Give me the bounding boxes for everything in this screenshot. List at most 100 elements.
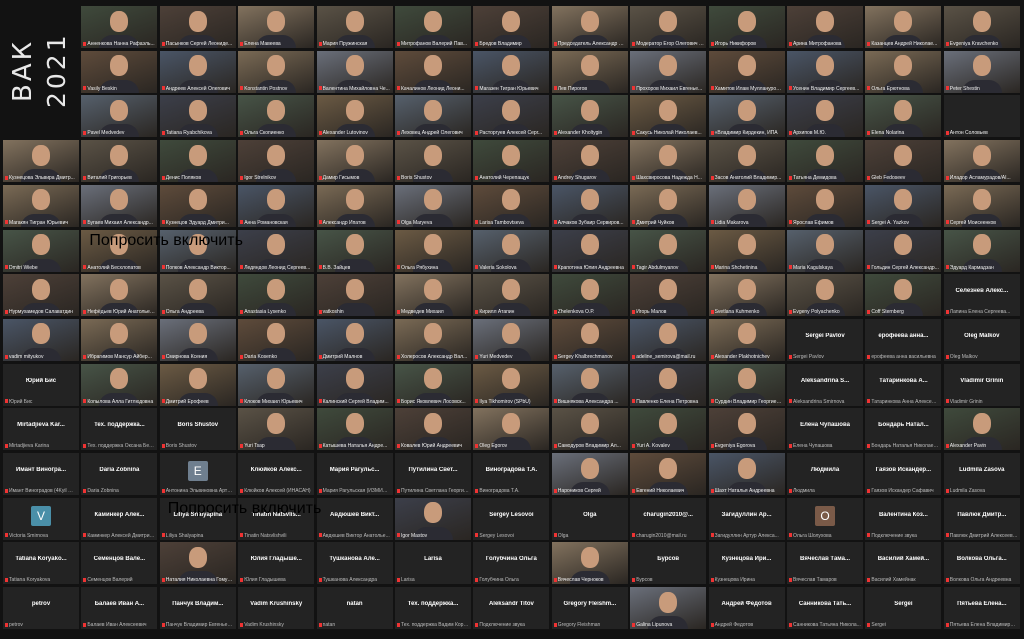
participant-tile[interactable]: Нефёдьев Юрий Анатольев... — [81, 274, 158, 317]
participant-tile[interactable]: Larisa Tambovtseva — [473, 184, 550, 227]
participant-tile[interactable]: Сергей Моисеенков — [943, 184, 1020, 227]
participant-tile[interactable]: Имант Виногра... Имант Виноградов (4Kyil … — [3, 453, 79, 495]
participant-tile[interactable]: Усенин Владимир Сергеев... — [787, 50, 863, 93]
participant-tile[interactable]: Дмитрий Малнов — [316, 318, 393, 361]
participant-tile[interactable]: Мария Пружинская — [316, 6, 393, 48]
participant-tile[interactable]: Самодуров Владимир Ал... — [551, 408, 628, 451]
participant-tile[interactable]: Бурсов Бурсов — [630, 542, 707, 585]
participant-tile[interactable]: В.В. Зайцев — [316, 229, 393, 272]
participant-tile[interactable]: Vadim Krushinsky Vadim Krushinsky — [238, 587, 315, 630]
participant-tile[interactable]: Alexander Plakhotnichev — [708, 318, 785, 361]
participant-tile[interactable]: Людмила Людмила — [787, 453, 863, 495]
participant-tile[interactable]: Maria Kagulskaya — [787, 229, 863, 272]
participant-tile[interactable]: Sergei A. Yazkov — [865, 184, 942, 227]
participant-tile[interactable]: V Victoria Smirnova — [3, 497, 79, 540]
participant-tile[interactable]: Мария Рагульс... Мария Рагульская (ИЗМИРА… — [316, 453, 393, 495]
participant-tile[interactable]: Тушканова Але... Тушканова Александра — [316, 542, 393, 585]
participant-tile[interactable]: Панчук Владим... Панчук Владимир Евгеньев… — [159, 587, 236, 630]
participant-tile[interactable]: natan natan — [316, 587, 393, 630]
participant-tile[interactable]: Sergei Sergei — [865, 587, 942, 630]
participant-tile[interactable]: Лев Пирогов — [551, 50, 628, 93]
participant-tile[interactable]: Oleg Egorov — [473, 408, 550, 451]
participant-tile[interactable]: Василий Хамей... Василий Хамейнак — [865, 542, 942, 585]
participant-tile[interactable]: Павлюк Дмитр... Павлюк Дмитрий Алексеевич — [943, 497, 1020, 540]
participant-tile[interactable]: Кирилл Атапин — [473, 274, 550, 317]
participant-tile[interactable]: Vladimir Grinin Vladimir Grinin — [943, 363, 1020, 406]
participant-tile[interactable]: Хамитов Илам Мулланурович — [708, 50, 785, 93]
participant-tile[interactable]: Пасынков Сергей Леониде... — [159, 6, 236, 48]
participant-tile[interactable]: Арина Митрофанова — [787, 6, 863, 48]
participant-tile[interactable]: Ludmila Zasova Ludmila Zasova — [943, 453, 1020, 495]
participant-tile[interactable]: Копылова Алла Гитлюдовна — [81, 363, 158, 406]
participant-tile[interactable]: Сакусь Николай Николаев... — [630, 95, 707, 138]
participant-tile[interactable]: Бредов Владимир — [473, 6, 550, 48]
participant-tile[interactable]: Svetlana Kuhmenko — [708, 274, 785, 317]
participant-tile[interactable]: Тех. поддержка... Тех. поддержка Оксана Б… — [81, 408, 158, 451]
participant-tile[interactable]: Alexander Pavin — [943, 408, 1020, 451]
participant-tile[interactable]: Юлия Гладыше... Юлия Гладышева — [238, 542, 315, 585]
participant-tile[interactable]: Магакян Тигран Юрьевич — [3, 184, 79, 227]
participant-tile[interactable]: Sergei Pavlov Sergei Pavlov — [787, 318, 863, 361]
participant-tile[interactable]: Elena Nolarina — [865, 95, 942, 138]
participant-tile[interactable]: Olga Olga — [551, 497, 628, 540]
participant-tile[interactable]: Вишнякова Александра ... — [551, 363, 628, 406]
participant-tile[interactable]: Sergey Khalbrechmanov — [551, 318, 628, 361]
participant-tile[interactable]: Александр Ипатов — [316, 184, 393, 227]
participant-tile[interactable]: Антон Соловьев — [943, 95, 1020, 138]
participant-tile[interactable]: Холеросов Александр Вал... — [395, 318, 471, 361]
participant-tile[interactable]: Волкова Ольга... Волкова Ольга Андреевна — [943, 542, 1020, 585]
participant-tile[interactable]: Ilya Tikhomirov (SPbU) — [473, 363, 550, 406]
participant-tile[interactable]: Селезнев Алекс... Лапина Елена Сергеева..… — [943, 274, 1020, 317]
participant-tile[interactable]: Евгений Николаевич — [630, 453, 707, 495]
participant-tile[interactable]: vatkoshin — [316, 274, 393, 317]
participant-tile[interactable]: Gleb Fedoseev — [865, 140, 942, 183]
participant-tile[interactable]: O Ольга Шолухова — [787, 497, 863, 540]
participant-tile[interactable]: Кузнецова Ири... Кузнецова Ирина — [708, 542, 785, 585]
participant-tile[interactable]: E Антонина Эльвиновна Артуро... — [159, 453, 236, 495]
participant-tile[interactable]: Ольга Скопиенко — [238, 95, 315, 138]
participant-tile[interactable]: Наталия Николаевна Гомули... — [159, 542, 236, 585]
participant-tile[interactable]: Расторгуев Алексей Серг... — [473, 95, 550, 138]
participant-tile[interactable]: Ольга Андреева — [159, 274, 236, 317]
participant-tile[interactable]: Boris Shustov — [395, 140, 471, 183]
participant-tile[interactable]: Каминкер Алек... Каминкер Алексей Дмитрие… — [81, 497, 158, 540]
participant-tile[interactable]: Пятьева Елена... Пятьева Елена Владимиров… — [943, 587, 1020, 630]
participant-tile[interactable]: Evgeniya Egorova — [708, 408, 785, 451]
participant-tile[interactable]: Елена Чупашова Елена Чупашова — [787, 408, 863, 451]
participant-tile[interactable]: Вячеслав Черноков — [551, 542, 628, 585]
participant-tile[interactable]: Ледяндов Леонид Сергеев... — [238, 229, 315, 272]
participant-tile[interactable]: Семенцов Вале... Семенцов Валерий — [81, 542, 158, 585]
participant-tile[interactable]: Виноградова Т.А. Виноградова Т.А. — [473, 453, 550, 495]
participant-tile[interactable]: petrov petrov — [3, 587, 79, 630]
participant-tile[interactable]: Игорь Никифоров — [708, 6, 785, 48]
participant-tile[interactable]: Ковалев Юрий Андреевич — [395, 408, 471, 451]
participant-tile[interactable]: Загидуллин Ар... Загидуллин Артур Алекса.… — [708, 497, 785, 540]
participant-tile[interactable]: Митрофанов Валерий Пав... — [395, 6, 471, 48]
participant-tile[interactable]: Aleksandr Titov Подключение звука — [473, 587, 550, 630]
participant-tile[interactable]: Vasily Beskin — [81, 50, 158, 93]
participant-tile[interactable]: Елена Мавеева — [238, 6, 315, 48]
participant-tile[interactable]: Tatiana Koryako... Tatiana Koryakova — [3, 542, 79, 585]
participant-tile[interactable]: Тех. поддержка... Тех. поддержка Вадим Ко… — [395, 587, 471, 630]
participant-tile[interactable]: Архипов М.Ю. — [787, 95, 863, 138]
participant-tile[interactable]: Санникова Тать... Санникова Татьяна Никол… — [787, 587, 863, 630]
participant-tile[interactable]: Кузнецова Эльвира Дмитр... — [3, 140, 79, 183]
participant-tile[interactable]: Igor Strelnikov — [238, 140, 315, 183]
participant-tile[interactable]: Смирнова Ксения — [159, 318, 236, 361]
participant-tile[interactable]: Леховец Андрей Олегович — [395, 95, 471, 138]
participant-tile[interactable]: Калинский Сергей Владим... — [316, 363, 393, 406]
participant-tile[interactable]: Качалинов Леонид Леони... — [395, 50, 471, 93]
participant-tile[interactable]: Игорь Малов — [630, 274, 707, 317]
participant-tile[interactable]: Konstantin Postnov — [238, 50, 315, 93]
participant-tile[interactable]: «Владимир Кирдекин, ИПА — [708, 95, 785, 138]
participant-tile[interactable]: Evgeny Polyachenko — [787, 274, 863, 317]
participant-tile[interactable]: Гаязов Искандер... Гаязов Искандер Сафави… — [865, 453, 942, 495]
participant-tile[interactable]: Иладор Асламурадов/AI... — [943, 140, 1020, 183]
participant-tile[interactable]: Голубчина Ольга Голубчина Ольга — [473, 542, 550, 585]
participant-tile[interactable]: Денис Поляков — [159, 140, 236, 183]
participant-tile[interactable]: Нурмухамедов Салаватдин — [3, 274, 79, 317]
participant-tile[interactable]: Дмитрий Чуйков — [630, 184, 707, 227]
participant-tile[interactable]: Шахт Наталья Андреевна — [708, 453, 785, 495]
participant-tile[interactable]: Tagir Abdulmyanov — [630, 229, 707, 272]
participant-tile[interactable]: Балаев Иван А... Балаев Иван Алексеевич — [81, 587, 158, 630]
